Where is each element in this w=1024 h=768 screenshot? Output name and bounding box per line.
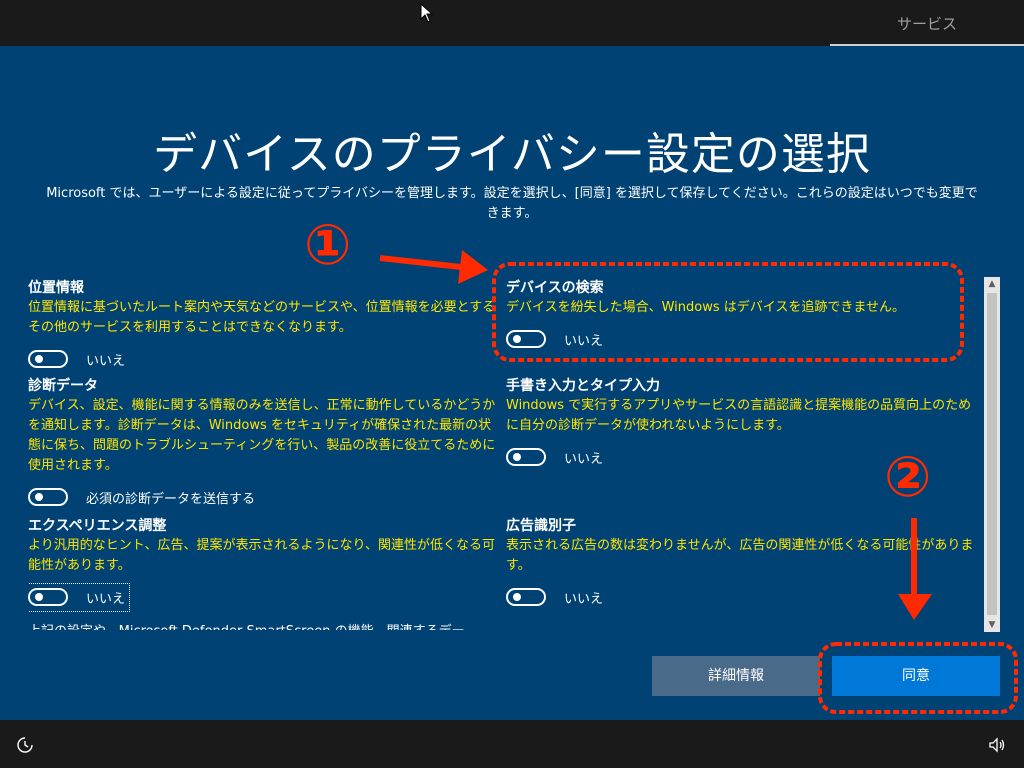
tailored-experiences-toggle[interactable] (28, 588, 68, 606)
toggle-label: いいえ (86, 353, 126, 369)
setting-find-my-device: デバイスの検索 デバイスを紛失した場合、Windows はデバイスを追跡できませ… (506, 278, 976, 350)
scroll-down-arrow-icon[interactable]: ▼ (984, 618, 1000, 632)
tab-services[interactable]: サービス (830, 0, 1024, 46)
setting-description: 表示される広告の数は変わりませんが、広告の関連性が低くなる可能性があります。 (506, 538, 974, 573)
ease-of-access-icon[interactable] (16, 736, 34, 754)
agree-button[interactable]: 同意 (832, 656, 1000, 696)
page-title: デバイスのプライバシー設定の選択 (153, 129, 871, 180)
setting-location: 位置情報 位置情報に基づいたルート案内や天気などのサービスや、位置情報を必要とす… (28, 278, 498, 370)
tab-services-label: サービス (896, 15, 957, 33)
diagnostics-toggle[interactable] (28, 488, 68, 506)
advertising-id-toggle[interactable] (506, 588, 546, 606)
setting-description: Windows で実行するアプリやサービスの言語認識と提案機能の品質向上のために… (506, 398, 972, 433)
setting-heading: 診断データ (28, 378, 98, 394)
focused-toggle-group: いいえ (28, 582, 131, 612)
setting-description: デバイスを紛失した場合、Windows はデバイスを追跡できません。 (506, 300, 905, 315)
mouse-cursor-icon (420, 3, 434, 23)
tab-underline (830, 44, 1024, 46)
toggle-label: いいえ (86, 591, 126, 607)
setting-heading: 広告識別子 (506, 518, 576, 534)
details-button[interactable]: 詳細情報 (652, 656, 820, 696)
setting-description: 位置情報に基づいたルート案内や天気などのサービスや、位置情報を必要とするその他の… (28, 300, 496, 335)
annotation-marker-1: ① (304, 213, 352, 278)
location-toggle[interactable] (28, 350, 68, 368)
footer-note: 上記の設定や、Microsoft Defender SmartScreen の機… (28, 620, 508, 630)
setting-tailored-experiences: エクスペリエンス調整 より汎用的なヒント、広告、提案が表示されるようになり、関連… (28, 516, 498, 612)
scrollbar-thumb[interactable] (987, 293, 997, 615)
setting-heading: 手書き入力とタイプ入力 (506, 378, 660, 394)
setting-heading: デバイスの検索 (506, 280, 604, 296)
inking-typing-toggle[interactable] (506, 448, 546, 466)
toggle-label: いいえ (564, 451, 604, 467)
setting-heading: 位置情報 (28, 280, 84, 296)
annotation-arrow-1 (379, 255, 471, 271)
setting-description: より汎用的なヒント、広告、提案が表示されるようになり、関連性が低くなる可能性があ… (28, 538, 495, 573)
find-my-device-toggle[interactable] (506, 330, 546, 348)
settings-scroll-area[interactable]: 位置情報 位置情報に基づいたルート案内や天気などのサービスや、位置情報を必要とす… (28, 272, 978, 630)
scroll-up-arrow-icon[interactable]: ▲ (984, 277, 1000, 291)
bottom-bar (0, 720, 1024, 768)
setting-heading: エクスペリエンス調整 (28, 518, 167, 534)
volume-icon[interactable] (988, 736, 1006, 754)
setting-description: デバイス、設定、機能に関する情報のみを送信し、正常に動作しているかどうかを通知し… (28, 398, 496, 473)
annotation-marker-2: ② (884, 445, 932, 510)
toggle-label: いいえ (564, 591, 604, 607)
setting-advertising-id: 広告識別子 表示される広告の数は変わりませんが、広告の関連性が低くなる可能性があ… (506, 516, 976, 608)
page-subtitle: Microsoft では、ユーザーによる設定に従ってプライバシーを管理します。設… (46, 186, 978, 221)
top-bar: サービス (0, 0, 1024, 46)
toggle-label: 必須の診断データを送信する (86, 491, 256, 507)
setting-diagnostics: 診断データ デバイス、設定、機能に関する情報のみを送信し、正常に動作しているかど… (28, 376, 498, 508)
vertical-scrollbar[interactable]: ▲ ▼ (984, 277, 1000, 632)
toggle-label: いいえ (564, 333, 604, 349)
